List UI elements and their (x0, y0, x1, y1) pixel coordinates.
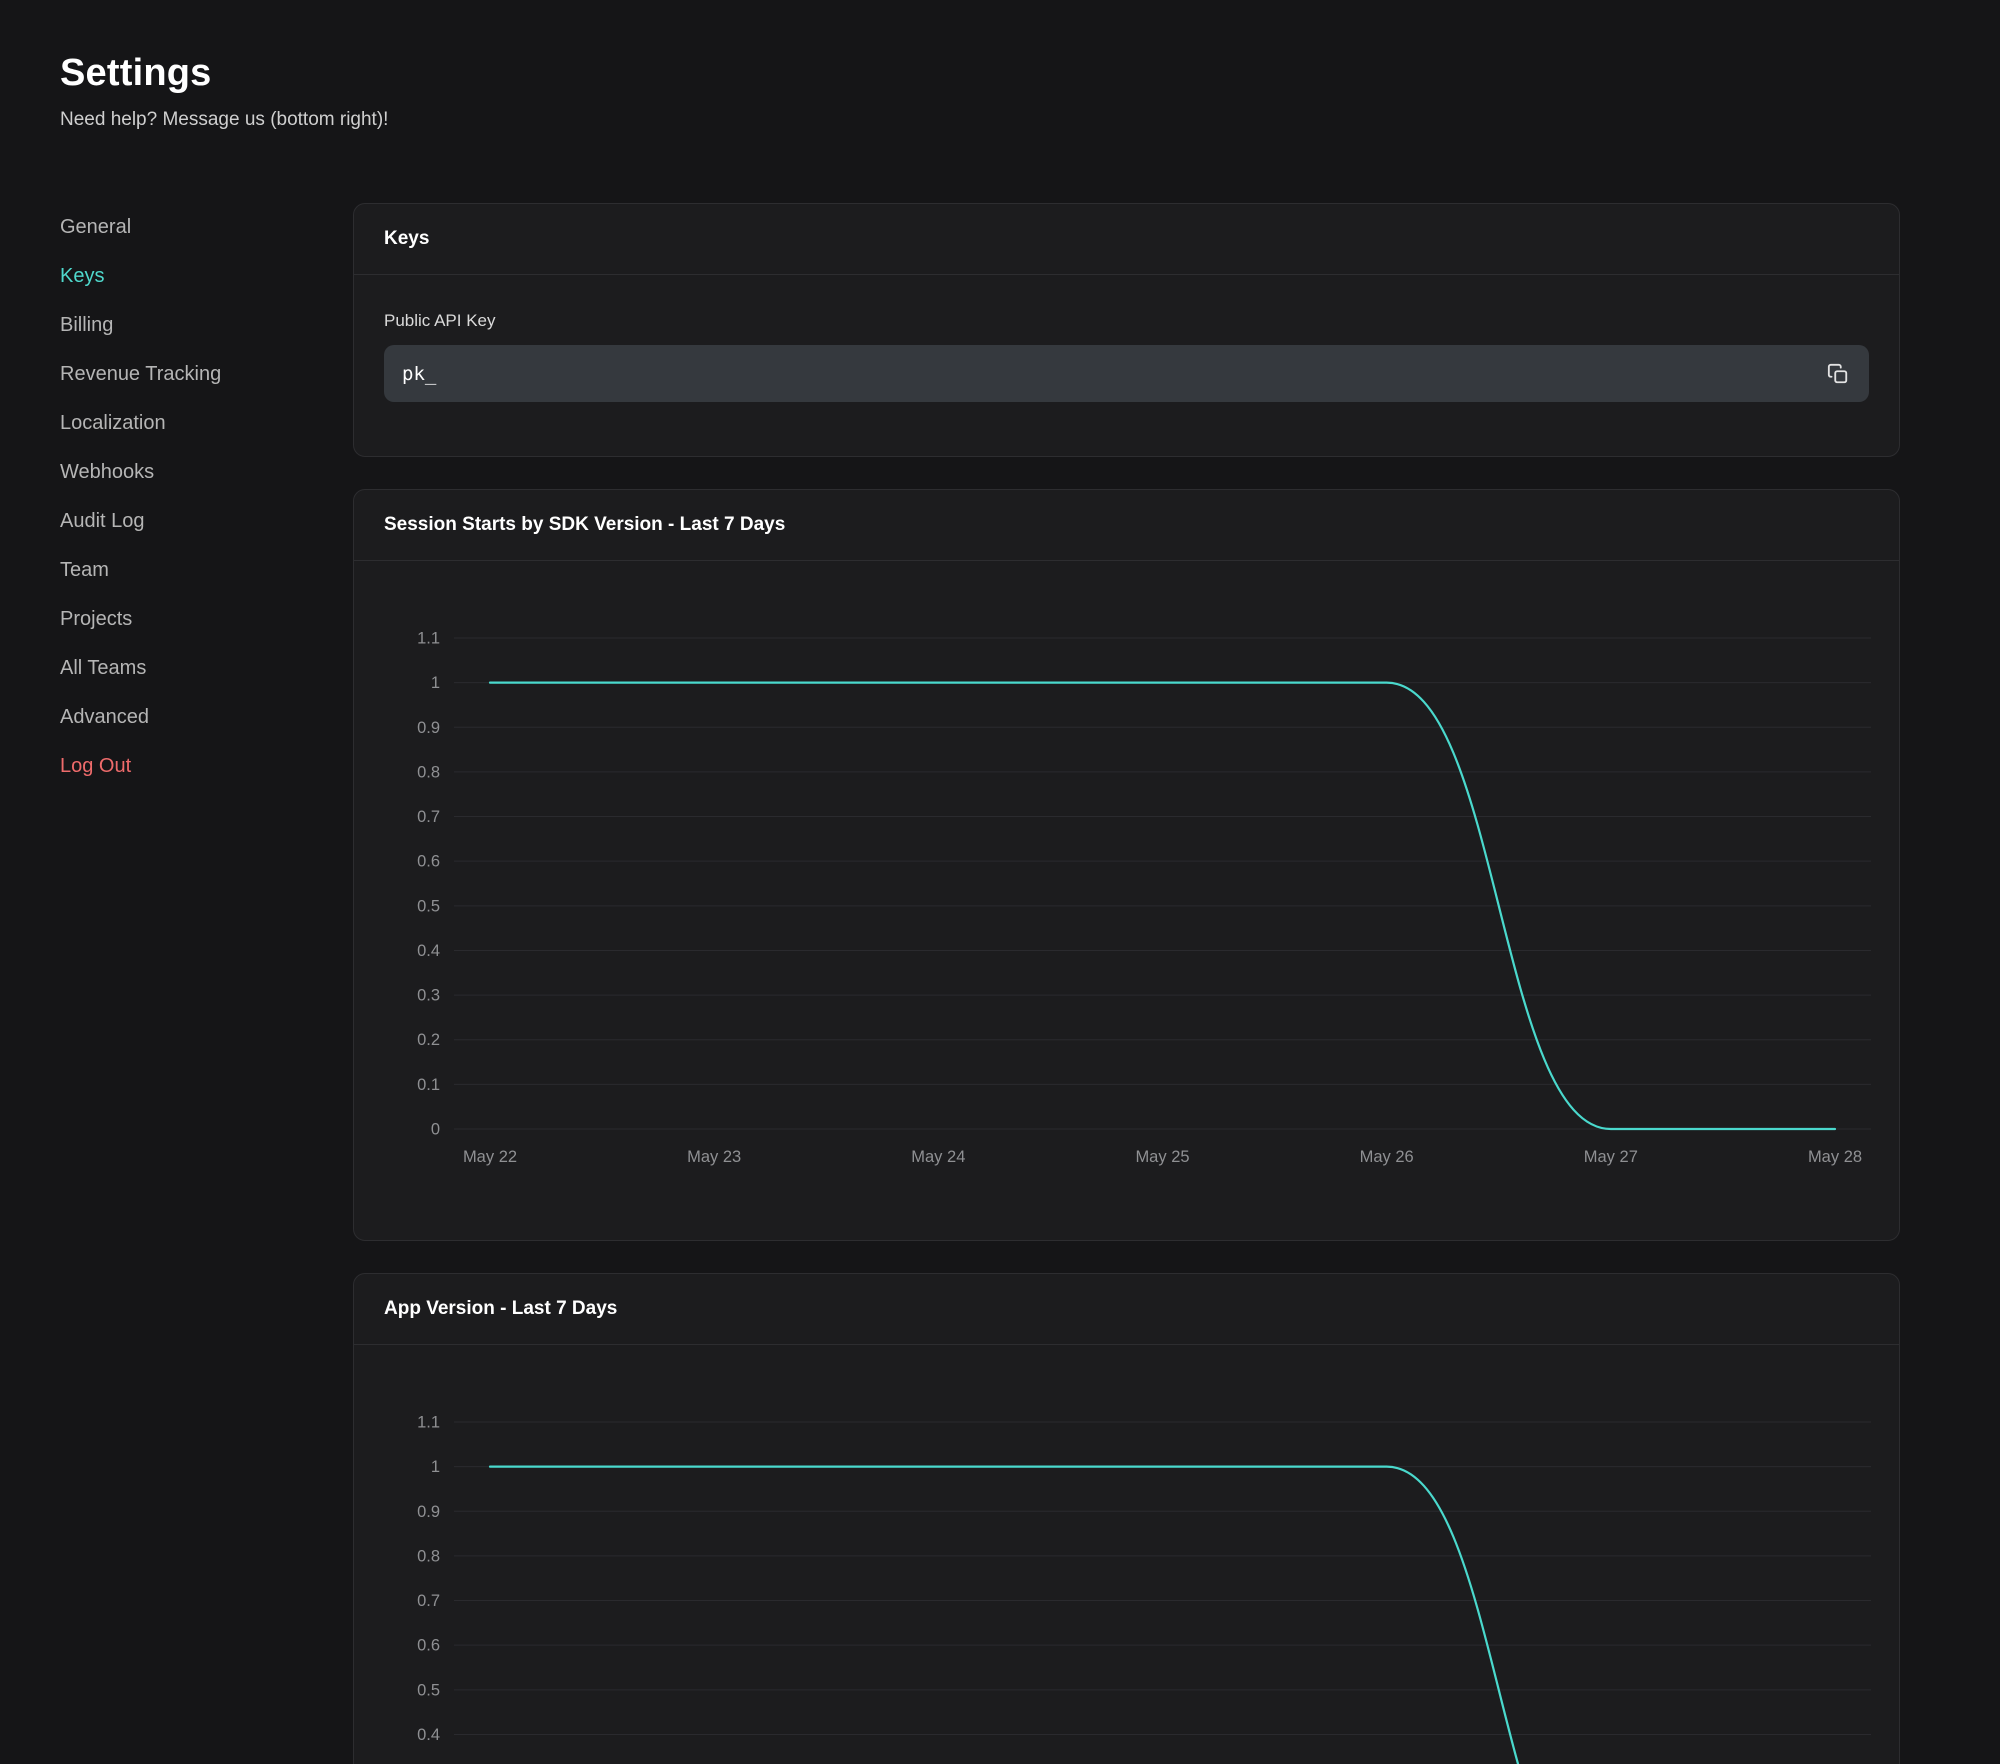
sidebar-item-label: Team (60, 559, 109, 581)
public-api-key-input[interactable] (384, 345, 1869, 402)
copy-icon (1827, 373, 1849, 388)
y-tick-label: 1 (431, 674, 440, 692)
y-tick-label: 0.8 (417, 1547, 440, 1565)
keys-card-title: Keys (354, 204, 1899, 275)
sidebar-item-label: Revenue Tracking (60, 363, 221, 385)
sidebar-item-label: Webhooks (60, 461, 154, 483)
y-tick-label: 0.6 (417, 1637, 440, 1655)
x-tick-label: May 27 (1584, 1148, 1638, 1166)
sidebar-item-revenue-tracking[interactable]: Revenue Tracking (60, 350, 353, 399)
y-tick-label: 1.1 (417, 630, 440, 648)
sidebar-item-projects[interactable]: Projects (60, 595, 353, 644)
sidebar-item-all-teams[interactable]: All Teams (60, 644, 353, 693)
layout: General Keys Billing Revenue Tracking Locali… (60, 203, 1900, 1764)
sidebar-item-advanced[interactable]: Advanced (60, 693, 353, 742)
y-tick-label: 0.7 (417, 808, 440, 826)
y-tick-label: 0.7 (417, 1592, 440, 1610)
y-tick-label: 0.9 (417, 1503, 440, 1521)
app-version-chart-card: App Version - Last 7 Days 00.10.20.30.40… (353, 1273, 1900, 1764)
sidebar-item-label: Advanced (60, 706, 149, 728)
x-tick-label: May 25 (1135, 1148, 1189, 1166)
sidebar-item-label: Billing (60, 314, 113, 336)
x-tick-label: May 22 (463, 1148, 517, 1166)
sidebar-item-localization[interactable]: Localization (60, 399, 353, 448)
y-tick-label: 1.1 (417, 1414, 440, 1432)
sidebar-item-general[interactable]: General (60, 203, 353, 252)
page-title: Settings (60, 52, 1900, 95)
sidebar-item-label: Log Out (60, 755, 131, 777)
app-version-chart-body: 00.10.20.30.40.50.60.70.80.911.1May 22Ma… (354, 1345, 1899, 1764)
sidebar-item-label: Keys (60, 265, 104, 287)
x-tick-label: May 28 (1808, 1148, 1862, 1166)
y-tick-label: 0.4 (417, 1726, 440, 1744)
app-version-chart-title: App Version - Last 7 Days (354, 1274, 1899, 1345)
sidebar: General Keys Billing Revenue Tracking Locali… (60, 203, 353, 791)
sidebar-item-keys[interactable]: Keys (60, 252, 353, 301)
sdk-version-chart-title: Session Starts by SDK Version - Last 7 D… (354, 490, 1899, 561)
sidebar-item-log-out[interactable]: Log Out (60, 742, 353, 791)
sidebar-item-audit-log[interactable]: Audit Log (60, 497, 353, 546)
public-api-key-label: Public API Key (384, 311, 1869, 331)
sidebar-item-billing[interactable]: Billing (60, 301, 353, 350)
sdk-version-chart-card: Session Starts by SDK Version - Last 7 D… (353, 489, 1900, 1241)
copy-button[interactable] (1821, 357, 1855, 391)
y-tick-label: 0.1 (417, 1076, 440, 1094)
app-version-chart: 00.10.20.30.40.50.60.70.80.911.1May 22Ma… (354, 1345, 1899, 1764)
y-tick-label: 0 (431, 1121, 440, 1139)
public-api-key-row (384, 345, 1869, 402)
page-subtitle: Need help? Message us (bottom right)! (60, 109, 1900, 131)
keys-card-body: Public API Key (354, 275, 1899, 456)
sidebar-item-label: All Teams (60, 657, 146, 679)
y-tick-label: 0.5 (417, 897, 440, 915)
sdk-version-chart: 0 0.1 0.2 0.3 0.4 0.5 0.6 0.7 0.8 0.9 1 1.1 May 22 Ma… (354, 561, 1899, 1240)
x-tick-label: May 24 (911, 1148, 965, 1166)
y-tick-label: 1 (431, 1458, 440, 1476)
x-tick-label: May 26 (1360, 1148, 1414, 1166)
x-tick-label: May 23 (687, 1148, 741, 1166)
y-tick-label: 0.2 (417, 1031, 440, 1049)
sidebar-item-label: Audit Log (60, 510, 145, 532)
y-tick-label: 0.6 (417, 853, 440, 871)
sidebar-item-label: Projects (60, 608, 132, 630)
y-tick-label: 0.9 (417, 719, 440, 737)
keys-card: Keys Public API Key (353, 203, 1900, 457)
y-tick-label: 0.4 (417, 942, 440, 960)
sidebar-item-team[interactable]: Team (60, 546, 353, 595)
y-tick-label: 0.3 (417, 987, 440, 1005)
sidebar-item-label: General (60, 216, 131, 238)
sdk-version-chart-body: 0 0.1 0.2 0.3 0.4 0.5 0.6 0.7 0.8 0.9 1 1.1 May 22 Ma… (354, 561, 1899, 1240)
y-tick-label: 0.8 (417, 763, 440, 781)
settings-page: Settings Need help? Message us (bottom r… (0, 0, 2000, 1764)
main-content: Keys Public API Key (353, 203, 1900, 1764)
y-tick-label: 0.5 (417, 1681, 440, 1699)
sidebar-item-webhooks[interactable]: Webhooks (60, 448, 353, 497)
sidebar-item-label: Localization (60, 412, 166, 434)
